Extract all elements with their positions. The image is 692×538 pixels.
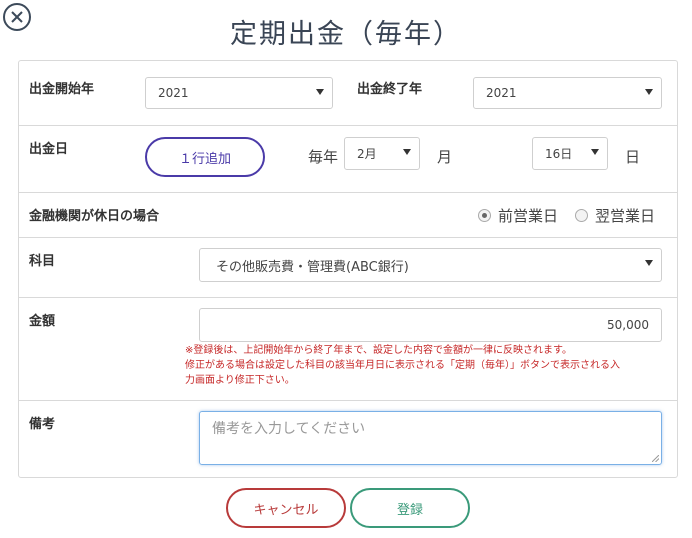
day-select[interactable]: 16日 bbox=[532, 137, 608, 170]
radio-prev-business-day[interactable]: 前営業日 bbox=[478, 205, 558, 226]
start-year-label: 出金開始年 bbox=[29, 82, 95, 97]
amount-note-line3: 力画面より修正下さい。 bbox=[185, 375, 295, 386]
date-label: 出金日 bbox=[29, 142, 69, 157]
start-year-select[interactable]: 2021 bbox=[145, 77, 333, 109]
amount-label: 金額 bbox=[29, 314, 56, 329]
month-select[interactable]: 2月 bbox=[344, 137, 420, 170]
form-panel: 出金開始年 2021 出金終了年 2021 出金日 １行追加 毎年 2月 月 1… bbox=[18, 60, 678, 478]
add-row-button[interactable]: １行追加 bbox=[145, 137, 265, 177]
day-text: 日 bbox=[625, 148, 641, 166]
month-value: 2月 bbox=[357, 147, 377, 161]
radio-dot bbox=[482, 213, 487, 218]
account-row: 科目 その他販売費・管理費(ABC銀行) bbox=[19, 238, 677, 298]
chevron-down-icon bbox=[645, 260, 653, 266]
chevron-down-icon bbox=[316, 89, 324, 95]
amount-note-line2: 修正がある場合は設定した科目の該当年月日に表示される「定期（毎年）」ボタンで表示… bbox=[185, 360, 620, 371]
chevron-down-icon bbox=[591, 149, 599, 155]
year-row: 出金開始年 2021 出金終了年 2021 bbox=[19, 61, 677, 126]
prev-business-day-label: 前営業日 bbox=[498, 207, 559, 225]
dialog-title: 定期出金（毎年） bbox=[230, 19, 462, 50]
memo-row: 備考 備考を入力してください bbox=[19, 401, 677, 477]
holiday-label: 金融機関が休日の場合 bbox=[29, 209, 160, 224]
amount-note-line1: ※登録後は、上記開始年から終了年まで、設定した内容で金額が一律に反映されます。 bbox=[185, 345, 572, 356]
date-row: 出金日 １行追加 毎年 2月 月 16日 日 bbox=[19, 126, 677, 193]
amount-row: 金額 50,000 ※登録後は、上記開始年から終了年まで、設定した内容で金額が一… bbox=[19, 298, 677, 401]
radio-checked-icon[interactable] bbox=[478, 209, 491, 222]
chevron-down-icon bbox=[403, 149, 411, 155]
account-select[interactable]: その他販売費・管理費(ABC銀行) bbox=[199, 248, 662, 282]
amount-value: 50,000 bbox=[607, 318, 649, 332]
radio-next-business-day[interactable]: 翌営業日 bbox=[575, 205, 655, 226]
day-value: 16日 bbox=[545, 147, 573, 161]
radio-unchecked-icon[interactable] bbox=[575, 209, 588, 222]
memo-label: 備考 bbox=[29, 417, 56, 432]
cancel-button[interactable]: キャンセル bbox=[226, 488, 346, 528]
memo-placeholder: 備考を入力してください bbox=[212, 421, 366, 437]
memo-textarea[interactable]: 備考を入力してください bbox=[199, 411, 662, 465]
resize-handle-icon[interactable] bbox=[652, 455, 659, 462]
account-label: 科目 bbox=[29, 254, 56, 269]
save-button[interactable]: 登録 bbox=[350, 488, 470, 528]
chevron-down-icon bbox=[645, 89, 653, 95]
start-year-value: 2021 bbox=[158, 86, 189, 100]
end-year-value: 2021 bbox=[486, 86, 517, 100]
holiday-row: 金融機関が休日の場合 前営業日 翌営業日 bbox=[19, 193, 677, 238]
month-text: 月 bbox=[437, 148, 453, 166]
end-year-select[interactable]: 2021 bbox=[473, 77, 662, 109]
next-business-day-label: 翌営業日 bbox=[595, 207, 656, 225]
end-year-label: 出金終了年 bbox=[357, 82, 423, 97]
amount-input[interactable]: 50,000 bbox=[199, 308, 662, 342]
every-year-text: 毎年 bbox=[308, 148, 339, 166]
account-value: その他販売費・管理費(ABC銀行) bbox=[216, 259, 409, 275]
